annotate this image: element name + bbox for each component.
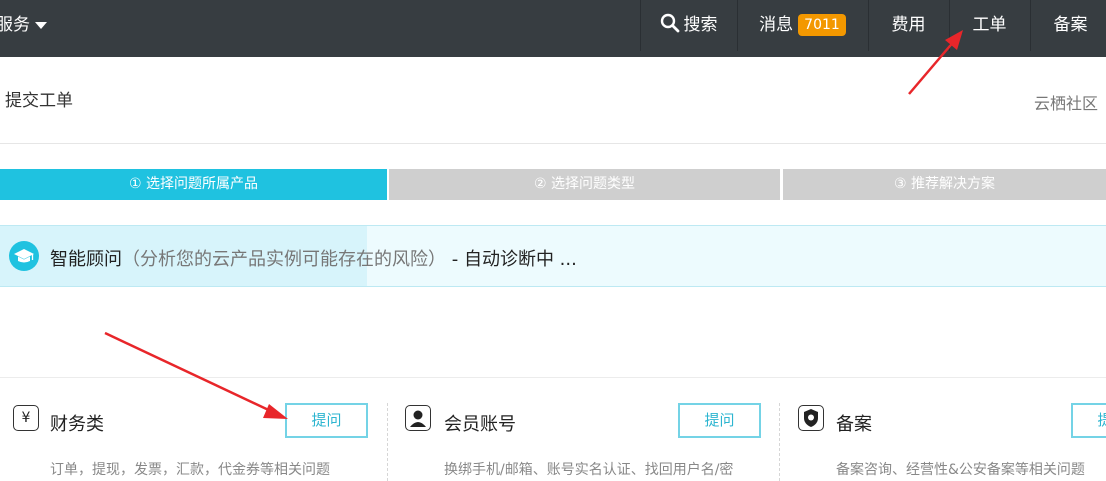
- column-divider: [387, 403, 388, 481]
- yen-icon: ¥: [13, 405, 39, 431]
- graduation-cap-icon: [9, 241, 39, 271]
- annotation-arrow-ask: [104, 331, 288, 419]
- search-button[interactable]: 搜索: [640, 0, 736, 51]
- step-select-product: ① 选择问题所属产品: [0, 169, 387, 200]
- messages-label: 消息: [759, 15, 794, 35]
- top-navigation-bar: 服务 搜索 消息 7011 费用 工单 备案: [0, 0, 1106, 57]
- category-account-description: 换绑手机/邮箱、账号实名认证、找回用户名/密: [444, 462, 734, 478]
- search-icon: [660, 13, 679, 33]
- filing-link[interactable]: 备案: [1030, 0, 1106, 51]
- divider: [0, 143, 1106, 144]
- fees-link[interactable]: 费用: [868, 0, 948, 51]
- smart-advisor-banner: 智能顾问（分析您的云产品实例可能存在的风险） - 自动诊断中 ...: [0, 225, 1106, 287]
- account-ask-button[interactable]: 提问: [678, 403, 761, 438]
- services-menu[interactable]: 服务: [0, 0, 47, 57]
- search-label: 搜索: [683, 15, 718, 35]
- user-icon: [405, 405, 431, 431]
- advisor-description: （分析您的云产品实例可能存在的风险）: [122, 249, 446, 270]
- messages-count-badge: 7011: [798, 14, 846, 36]
- advisor-name: 智能顾问: [50, 249, 122, 270]
- category-finance-title: 财务类: [50, 414, 104, 435]
- community-link[interactable]: 云栖社区: [1034, 90, 1098, 114]
- category-account-title: 会员账号: [444, 414, 516, 435]
- column-divider: [779, 403, 780, 481]
- step-recommended-solution: ③ 推荐解决方案: [783, 169, 1106, 200]
- caret-down-icon: [35, 21, 47, 29]
- step-select-issue-type: ② 选择问题类型: [389, 169, 780, 200]
- category-finance-description: 订单，提现，发票，汇款，代金券等相关问题: [50, 462, 330, 478]
- advisor-text: 智能顾问（分析您的云产品实例可能存在的风险） - 自动诊断中 ...: [50, 245, 577, 271]
- filing-ask-button[interactable]: 提问: [1071, 403, 1106, 438]
- advisor-status: - 自动诊断中 ...: [446, 249, 577, 270]
- divider: [0, 377, 1106, 378]
- tickets-link[interactable]: 工单: [949, 0, 1029, 51]
- services-label: 服务: [0, 15, 30, 35]
- filing-label: 备案: [1053, 15, 1088, 35]
- messages-button[interactable]: 消息 7011: [737, 0, 867, 51]
- category-filing-description: 备案咨询、经营性&公安备案等相关问题: [836, 462, 1085, 478]
- fees-label: 费用: [891, 15, 926, 35]
- category-filing-title: 备案: [836, 414, 872, 435]
- page-title: 提交工单: [5, 91, 73, 111]
- shield-icon: [798, 405, 824, 431]
- finance-ask-button[interactable]: 提问: [285, 403, 368, 438]
- tickets-label: 工单: [972, 15, 1007, 35]
